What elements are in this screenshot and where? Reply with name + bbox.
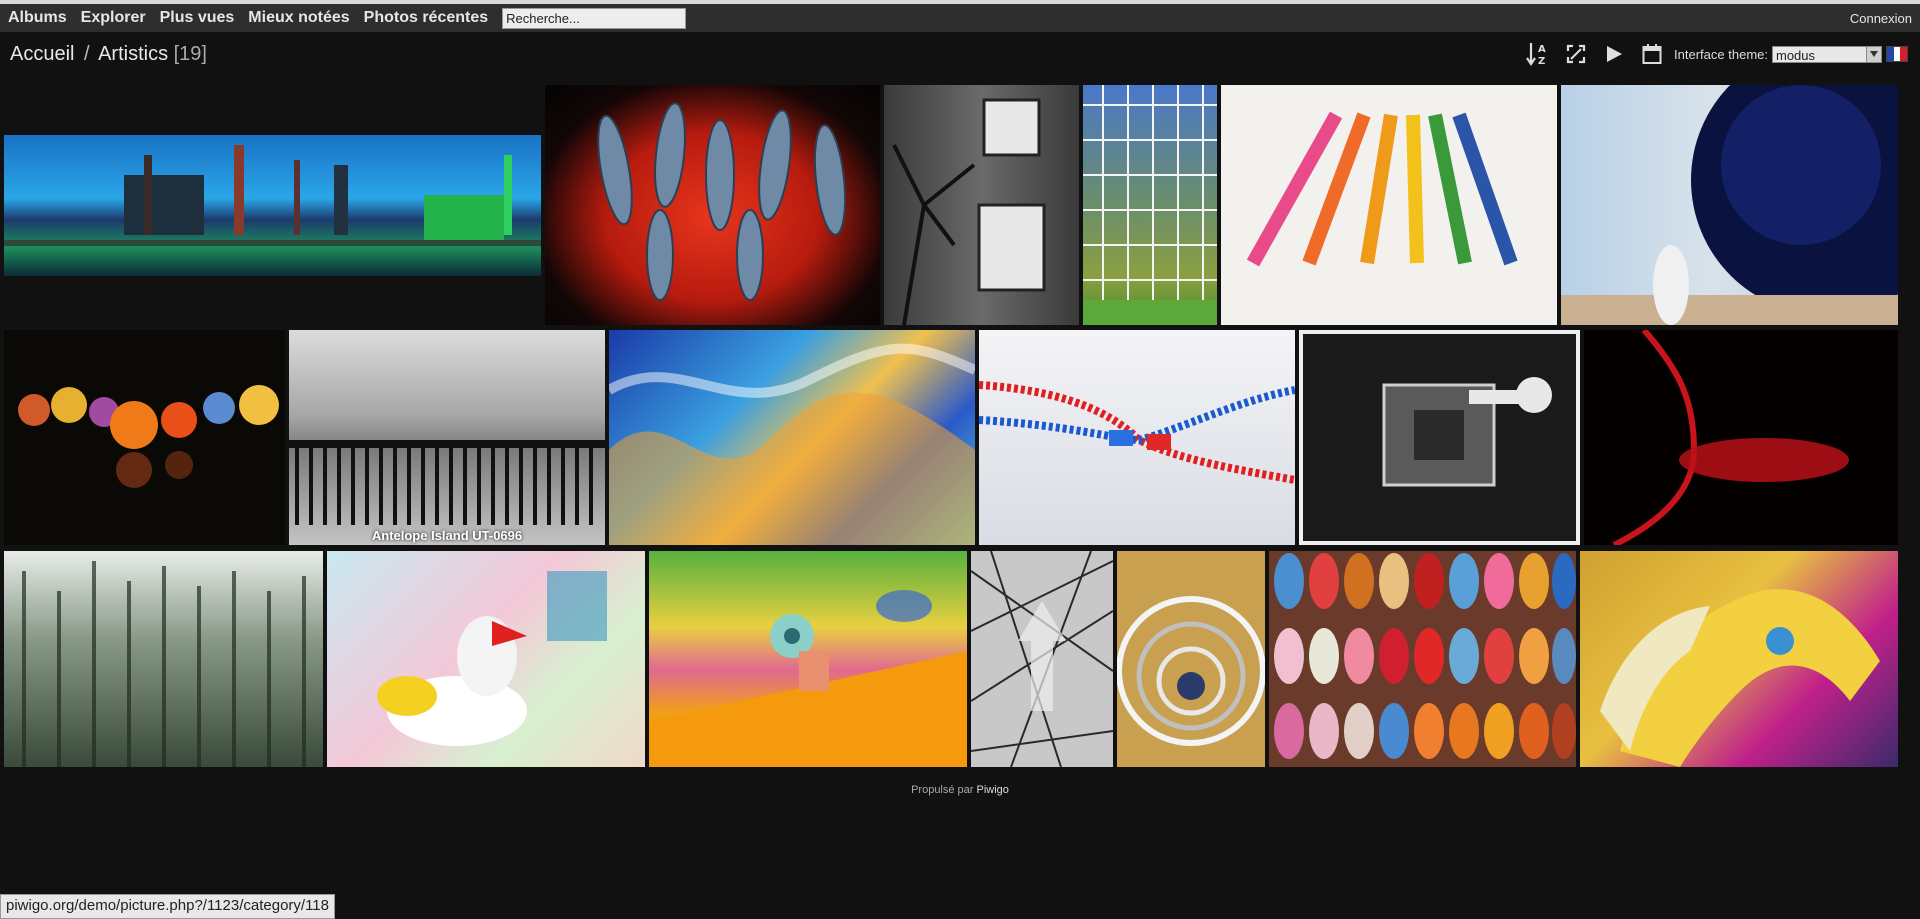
toy-rooster-photo [377,571,607,746]
photo-thumbnail[interactable] [1299,330,1580,545]
sort-az-icon[interactable]: A Z [1526,42,1550,67]
slippers-photo [1274,553,1576,759]
menu-explorer[interactable]: Explorer [81,9,146,27]
menu-best-rated[interactable]: Mieux notées [248,9,349,27]
breadcrumb: Accueil / Artistics [19] [10,43,207,66]
photo-thumbnail[interactable] [1083,85,1217,325]
tree-shadow-house-photo [892,98,1046,325]
calendar-icon[interactable] [1640,42,1664,66]
hand-holding-ring-photo [649,590,967,767]
photo-thumbnail[interactable] [4,551,323,767]
colored-pencils-photo [1246,111,1518,267]
photo-thumbnail[interactable]: Antelope Island UT-0696 [289,330,605,545]
branch-sculpture-photo [971,551,1113,767]
slideshow-play-icon[interactable] [1602,42,1626,66]
photo-thumbnail[interactable] [971,551,1113,767]
photo-thumbnail[interactable] [1221,85,1557,325]
breadcrumb-separator: / [84,43,90,65]
steel-plant-night-photo [4,145,541,246]
french-flag-icon[interactable] [1886,46,1908,62]
footer: Propulsé par Piwigo [0,784,1920,796]
photo-thumbnail[interactable] [4,135,541,276]
footer-powered-by: Propulsé par [911,784,974,796]
glass-spheres-photo [18,385,279,488]
footer-piwigo-link[interactable]: Piwigo [977,784,1009,796]
login-link[interactable]: Connexion [1850,11,1912,26]
fullscreen-icon[interactable] [1564,42,1588,66]
machine-detail-bw-photo [1303,334,1576,541]
menu-recent-photos[interactable]: Photos récentes [364,9,488,27]
railing-landscape-photo [289,440,605,525]
theme-label: Interface theme: [1674,46,1768,62]
toolbar: A Z Interface theme: modus [1512,41,1908,67]
waterfall-photo [22,561,306,767]
mirror-sphere-photo [1561,85,1898,325]
search-input[interactable] [502,7,687,29]
photo-thumbnail[interactable] [545,85,880,325]
menu-most-viewed[interactable]: Plus vues [160,9,235,27]
spiral-staircase-photo [1117,596,1265,746]
theme-select[interactable]: modus [1772,45,1882,63]
photo-thumbnail[interactable] [1269,551,1576,767]
red-smoke-photo [1612,330,1849,545]
photo-thumbnail[interactable] [884,85,1079,325]
photo-thumbnail[interactable] [1584,330,1898,545]
fish-on-grill-photo [597,102,847,301]
breadcrumb-category[interactable]: Artistics [98,43,168,65]
photo-thumbnail[interactable] [1561,85,1898,325]
browser-status-bar: piwigo.org/demo/picture.php?/1123/catego… [0,894,335,919]
photo-count: [19] [173,43,207,65]
breadcrumb-home[interactable]: Accueil [10,43,74,65]
photo-thumbnail[interactable] [1117,551,1265,767]
photo-thumbnail[interactable] [4,330,285,545]
photo-thumbnail[interactable] [609,330,975,545]
svg-text:Z: Z [1538,56,1545,67]
photo-thumbnail[interactable] [327,551,645,767]
soap-bubble-colors-photo [609,343,975,545]
photo-thumbnail[interactable] [979,330,1295,545]
theme-select-value: modus [1776,47,1816,63]
menu-albums[interactable]: Albums [8,9,67,27]
svg-text:A: A [1538,44,1546,55]
top-menu-bar: Albums Explorer Plus vues Mieux notées P… [0,4,1920,32]
chevron-down-icon [1866,46,1881,62]
main-nav: Albums Explorer Plus vues Mieux notées P… [0,7,687,29]
title-bar: Accueil / Artistics [19] A Z Interface t… [0,32,1920,76]
photo-thumbnail[interactable] [1580,551,1898,767]
zipper-photo [979,381,1295,484]
carousel-horses-photo [1600,589,1880,767]
glass-facade-tree-photo [1083,85,1217,325]
photo-thumbnail[interactable] [649,551,967,767]
photo-caption: Antelope Island UT-0696 [371,528,523,543]
